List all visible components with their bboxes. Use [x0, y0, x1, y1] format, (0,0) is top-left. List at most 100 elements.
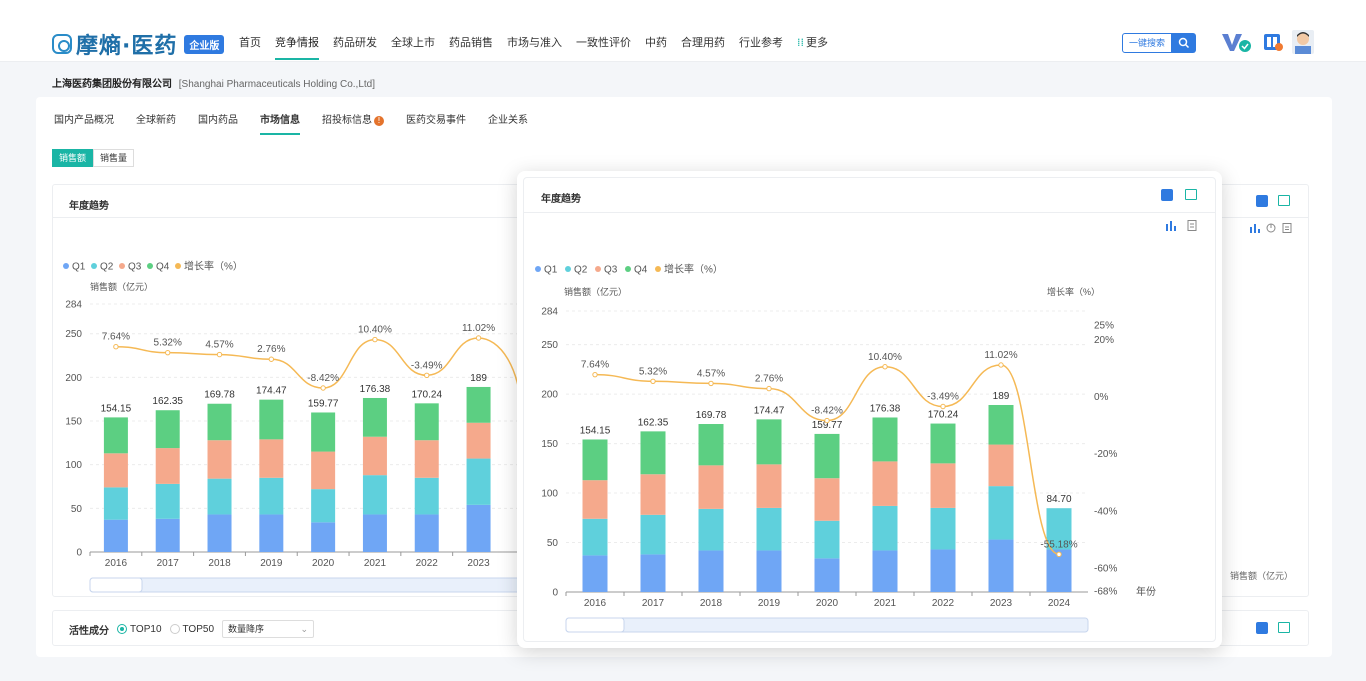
- brand-name: 摩熵·医药: [76, 34, 178, 59]
- x-tick-label: 2023: [467, 558, 490, 569]
- bar-segment: [640, 431, 666, 475]
- nav-more[interactable]: ⁞⁞ 更多: [790, 34, 835, 60]
- y2-tick-label: -40%: [1094, 506, 1117, 517]
- top10-label: TOP10: [130, 623, 162, 635]
- bar-chart-icon[interactable]: [1250, 223, 1260, 236]
- brand-logo[interactable]: 摩熵·医药 企业版: [52, 28, 225, 60]
- excel-export-icon[interactable]: [1256, 622, 1268, 634]
- growth-label: 4.57%: [205, 340, 233, 351]
- subtab[interactable]: 招投标信息!: [322, 111, 384, 135]
- y2-tick-label: -68%: [1094, 587, 1117, 598]
- growth-label: -8.42%: [811, 406, 843, 417]
- nav-more-label: 更多: [806, 36, 828, 49]
- bar-segment: [582, 555, 608, 592]
- nav-item[interactable]: 行业参考: [732, 34, 790, 60]
- growth-point: [216, 351, 223, 358]
- search-icon[interactable]: [1172, 33, 1196, 53]
- quick-search-button[interactable]: 一键搜索: [1122, 33, 1172, 53]
- legend-label: 增长率（%）: [664, 263, 723, 276]
- subtab[interactable]: 国内产品概况: [54, 111, 114, 135]
- growth-point: [998, 362, 1004, 368]
- bar-segment: [640, 514, 666, 555]
- nav-item[interactable]: 市场与准入: [500, 34, 569, 60]
- y-tick-label: 150: [65, 417, 82, 428]
- bar-segment: [698, 465, 724, 509]
- subtab-label: 国内药品: [198, 115, 238, 126]
- legend-label: Q3: [604, 265, 618, 276]
- top10-radio[interactable]: TOP10: [117, 624, 162, 635]
- bar-segment: [756, 507, 782, 551]
- excel-export-icon[interactable]: [1161, 189, 1173, 201]
- sales-volume-toggle[interactable]: 销售量: [93, 149, 135, 167]
- user-avatar[interactable]: [1292, 30, 1314, 54]
- bar-total-label: 170.24: [928, 410, 959, 421]
- nav-item[interactable]: 药品研发: [326, 34, 384, 60]
- bar-segment: [259, 399, 284, 440]
- bar-segment: [640, 554, 666, 592]
- nav-item[interactable]: 合理用药: [674, 34, 732, 60]
- bar-segment: [930, 463, 956, 508]
- bar-segment: [814, 520, 840, 559]
- bar-segment: [155, 410, 180, 449]
- legend-label: 增长率（%）: [184, 260, 243, 273]
- sort-value: 数量降序: [228, 624, 265, 634]
- company-name-en: [Shanghai Pharmaceuticals Holding Co.,Lt…: [178, 79, 376, 90]
- bar-segment: [756, 464, 782, 508]
- growth-label: 11.02%: [984, 350, 1017, 361]
- image-export-icon[interactable]: [1185, 189, 1197, 200]
- bar-segment: [872, 550, 898, 592]
- nav-item[interactable]: 全球上市: [384, 34, 442, 60]
- vip-icon[interactable]: [1220, 31, 1252, 53]
- nav-item[interactable]: 竞争情报: [268, 34, 326, 60]
- table-view-icon[interactable]: [1282, 223, 1292, 236]
- bar-segment: [466, 422, 491, 459]
- growth-point: [592, 371, 598, 378]
- subtab[interactable]: 企业关系: [488, 111, 528, 135]
- subtab[interactable]: 医药交易事件: [406, 111, 466, 135]
- growth-label: -3.49%: [927, 391, 959, 402]
- y2-axis-label: 增长率（%）: [1047, 286, 1100, 297]
- zoom-slider-window: [89, 577, 143, 593]
- bar-total-label: 174.47: [754, 405, 785, 416]
- nav-item[interactable]: 中药: [638, 34, 674, 60]
- subtab[interactable]: 国内药品: [198, 111, 238, 135]
- legend-label: Q1: [544, 265, 558, 276]
- pie-chart-icon[interactable]: [1266, 223, 1276, 236]
- sort-select[interactable]: 数量降序 ⌄: [222, 620, 314, 638]
- book-icon[interactable]: [1262, 32, 1284, 52]
- legend-dot: [175, 263, 181, 269]
- top50-radio[interactable]: TOP50: [169, 624, 214, 635]
- growth-point: [882, 364, 888, 370]
- bar-segment: [988, 486, 1014, 540]
- growth-point: [708, 380, 714, 387]
- nav-item[interactable]: 首页: [232, 34, 268, 60]
- growth-point: [165, 349, 171, 356]
- sales-amount-toggle[interactable]: 销售额: [52, 149, 94, 167]
- brand-badge: 企业版: [184, 34, 225, 54]
- legend-label: Q2: [574, 265, 588, 276]
- legend-dot: [147, 263, 153, 269]
- bar-chart-icon[interactable]: [1166, 220, 1177, 234]
- bar-segment: [872, 505, 898, 551]
- image-export-icon[interactable]: [1278, 622, 1290, 633]
- excel-export-icon[interactable]: [1256, 195, 1268, 207]
- table-view-icon[interactable]: [1187, 220, 1197, 234]
- bar-total-label: 162.35: [152, 396, 183, 407]
- bar-segment: [207, 514, 232, 552]
- subtab[interactable]: 全球新药: [136, 111, 176, 135]
- bar-segment: [756, 550, 782, 592]
- nav-item[interactable]: 一致性评价: [569, 34, 638, 60]
- subtab[interactable]: 市场信息: [260, 111, 300, 135]
- bar-segment: [698, 424, 724, 466]
- y-tick-label: 150: [541, 439, 558, 450]
- bar-total-label: 162.35: [638, 417, 669, 428]
- bar-segment: [103, 453, 128, 488]
- legend-dot: [119, 263, 125, 269]
- y2-tick-label: 20%: [1094, 335, 1114, 346]
- nav-item[interactable]: 药品销售: [442, 34, 500, 60]
- bar-segment: [311, 451, 336, 490]
- x-axis-label: 年份: [1136, 585, 1156, 598]
- bar-segment: [103, 519, 128, 552]
- image-export-icon[interactable]: [1278, 195, 1290, 206]
- x-tick-label: 2024: [1048, 598, 1071, 609]
